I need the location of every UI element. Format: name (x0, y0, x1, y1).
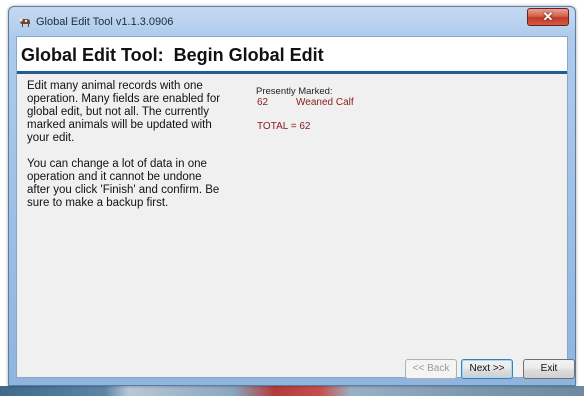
marked-total: TOTAL = 62 (257, 121, 311, 132)
window-title: Global Edit Tool v1.1.3.0906 (36, 16, 174, 28)
marked-count: 62 (257, 97, 269, 108)
wizard-body: Edit many animal records with one operat… (17, 74, 575, 379)
marked-description: Weaned Calf (296, 97, 354, 108)
description-paragraph-1: Edit many animal records with one operat… (27, 80, 221, 144)
presently-marked-label: Presently Marked: (256, 86, 333, 97)
global-edit-tool-window: Global Edit Tool v1.1.3.0906 ✕ Global Ed… (8, 6, 576, 386)
cow-icon (19, 18, 30, 27)
close-button[interactable]: ✕ (527, 8, 569, 26)
taskbar-strip (0, 386, 584, 396)
close-icon: ✕ (542, 9, 554, 24)
next-button[interactable]: Next >> (461, 359, 513, 379)
exit-button[interactable]: Exit (523, 359, 575, 379)
back-button[interactable]: << Back (405, 359, 457, 379)
wizard-client-area: Global Edit Tool: Begin Global Edit Edit… (16, 36, 575, 379)
title-bar[interactable]: Global Edit Tool v1.1.3.0906 ✕ (9, 7, 575, 35)
description-paragraph-2: You can change a lot of data in one oper… (27, 158, 220, 209)
page-title: Global Edit Tool: Begin Global Edit (21, 45, 324, 65)
